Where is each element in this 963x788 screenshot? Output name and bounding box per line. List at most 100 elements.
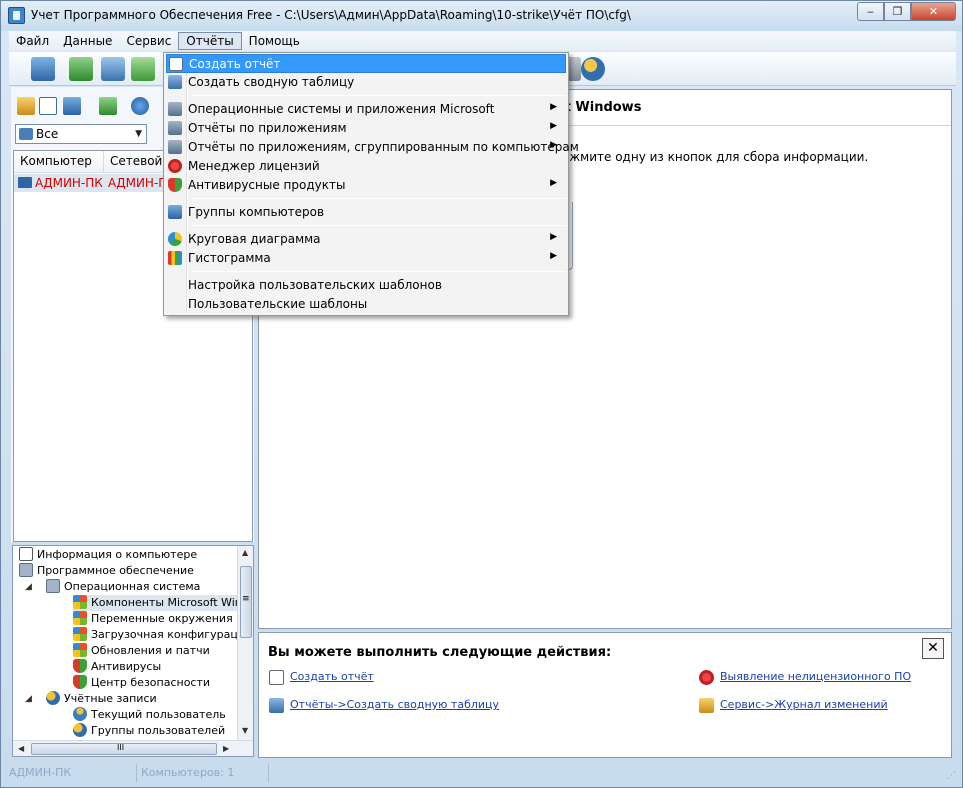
submenu-arrow-icon: ▶ [550, 121, 557, 131]
create-summary-table-link[interactable]: Отчёты->Создать сводную таблицу [290, 698, 499, 711]
menu-item-microsoft[interactable]: Операционные системы и приложения Micros… [166, 100, 566, 119]
list-view-icon[interactable] [39, 97, 57, 115]
menu-item-computer-groups[interactable]: Группы компьютеров [166, 203, 566, 222]
help-icon[interactable] [131, 97, 149, 115]
journal-icon [699, 698, 714, 713]
row-computer-cell: АДМИН-ПК [14, 174, 104, 192]
computer-add-icon[interactable] [31, 57, 55, 81]
tree-item-label: Программное обеспечение [37, 564, 194, 577]
submenu-arrow-icon: ▶ [550, 140, 557, 150]
actions-title: Вы можете выполнить следующие действия: [268, 645, 612, 660]
windows-apps-icon [168, 102, 182, 116]
scroll-thumb[interactable]: III [31, 743, 217, 755]
menu-item-summary-table[interactable]: Создать сводную таблицу [166, 73, 566, 92]
report-icon [169, 57, 183, 71]
expand-icon[interactable]: ◢ [25, 582, 32, 592]
menu-item-label: Менеджер лицензий [188, 159, 320, 173]
scroll-up-icon[interactable]: ▲ [242, 548, 248, 557]
actions-close-button[interactable]: ✕ [922, 638, 944, 659]
tree-item[interactable]: Переменные окружения [73, 611, 233, 627]
tree-item[interactable]: Учётные записи [46, 691, 157, 707]
submenu-arrow-icon: ▶ [550, 232, 557, 242]
row-computer-name: АДМИН-ПК [35, 176, 103, 190]
menu-item-histogram[interactable]: Гистограмма ▶ [166, 249, 566, 268]
create-report-link[interactable]: Создать отчёт [290, 670, 374, 683]
tree-item-label: Загрузочная конфигурация [91, 628, 252, 641]
info-tree[interactable]: Информация о компьютере Программное обес… [12, 545, 254, 757]
tree-item[interactable]: Центр безопасности [73, 675, 210, 691]
user-group-icon[interactable] [581, 57, 605, 81]
users-icon [73, 723, 87, 737]
unlicensed-software-link[interactable]: Выявление нелицензионного ПО [720, 670, 911, 683]
tree-item[interactable]: Текущий пользователь [73, 707, 226, 723]
scroll-right-icon[interactable]: ▶ [223, 744, 229, 753]
menu-item-create-report[interactable]: Создать отчёт [166, 54, 566, 73]
reports-menu: Создать отчёт Создать сводную таблицу Оп… [163, 52, 579, 316]
menu-help[interactable]: Помощь [242, 32, 307, 50]
menu-item-label: Создать сводную таблицу [188, 75, 355, 89]
export-icon[interactable] [99, 97, 117, 115]
computer-view-icon[interactable] [63, 97, 81, 115]
menu-item-label: Группы компьютеров [188, 205, 325, 219]
tree-item-label: Текущий пользователь [91, 708, 226, 721]
chevron-down-icon: ▼ [135, 129, 142, 139]
close-button[interactable]: ✕ [911, 2, 956, 21]
expand-icon[interactable]: ◢ [25, 694, 32, 704]
menu-data[interactable]: Данные [56, 32, 119, 50]
menu-item-pie-chart[interactable]: Круговая диаграмма ▶ [166, 230, 566, 249]
menu-service[interactable]: Сервис [119, 32, 178, 50]
menu-item-label: Антивирусные продукты [188, 178, 346, 192]
license-icon [699, 670, 714, 685]
change-journal-link[interactable]: Сервис->Журнал изменений [720, 698, 888, 711]
title-bar[interactable]: Учет Программного Обеспечения Free - C:\… [1, 1, 962, 31]
tree-item[interactable]: Обновления и патчи [73, 643, 210, 659]
tree-item[interactable]: Программное обеспечение [19, 563, 194, 579]
menu-reports[interactable]: Отчёты [178, 32, 242, 50]
tree-item[interactable]: Группы пользователей [73, 723, 225, 739]
apps-icon [168, 121, 182, 135]
menu-item-label: Операционные системы и приложения Micros… [188, 102, 495, 116]
maximize-button[interactable]: ❐ [884, 2, 911, 21]
menu-file[interactable]: Файл [9, 32, 56, 50]
menu-item-license-manager[interactable]: Менеджер лицензий [166, 157, 566, 176]
scroll-thumb[interactable]: ≡ [240, 566, 252, 638]
tree-horizontal-scrollbar[interactable]: ◀ III ▶ [13, 740, 253, 756]
menu-separator [192, 271, 566, 272]
tree-item-label: Компоненты Microsoft Windo [91, 596, 254, 609]
menu-item-app-reports-grouped[interactable]: Отчёты по приложениям, сгруппированным п… [166, 138, 579, 157]
apps-grouped-icon [168, 140, 182, 154]
menu-item-template-settings[interactable]: Настройка пользовательских шаблонов [166, 276, 566, 295]
filter-combobox[interactable]: Все ▼ [15, 124, 147, 144]
scroll-left-icon[interactable]: ◀ [18, 744, 24, 753]
tree-item-label: Информация о компьютере [37, 548, 198, 561]
scroll-down-icon[interactable]: ▼ [242, 726, 248, 735]
computers-icon [19, 128, 33, 140]
windows-icon [73, 627, 87, 641]
ip-scan-icon[interactable] [101, 57, 125, 81]
table-icon [269, 698, 284, 713]
menu-item-user-templates[interactable]: Пользовательские шаблоны [166, 295, 566, 314]
resize-grip-icon[interactable]: ⋰ [947, 771, 956, 781]
submenu-arrow-icon: ▶ [550, 178, 557, 188]
tree-item[interactable]: Антивирусы [73, 659, 161, 675]
tree-item[interactable]: Информация о компьютере [19, 547, 197, 563]
computer-plus-icon[interactable] [131, 57, 155, 81]
menu-item-label: Отчёты по приложениям, сгруппированным п… [188, 140, 579, 154]
tree-item[interactable]: Компоненты Microsoft Windo [73, 595, 254, 611]
document-icon [19, 547, 33, 561]
table-icon [168, 75, 182, 89]
menu-item-app-reports[interactable]: Отчёты по приложениям ▶ [166, 119, 566, 138]
folder-tree-icon[interactable] [17, 97, 35, 115]
info-panel-title: ft Windows [559, 100, 642, 115]
network-scan-icon[interactable] [69, 57, 93, 81]
computer-icon [18, 177, 32, 188]
tree-vertical-scrollbar[interactable]: ▲ ≡ ▼ [237, 546, 253, 740]
actions-panel: Вы можете выполнить следующие действия: … [258, 632, 952, 758]
shield-icon [73, 675, 87, 689]
minimize-button[interactable]: ‒ [857, 2, 884, 21]
tree-item[interactable]: Загрузочная конфигурация [73, 627, 252, 643]
column-computer[interactable]: Компьютер [14, 151, 104, 172]
menu-item-antivirus[interactable]: Антивирусные продукты ▶ [166, 176, 566, 195]
tree-item[interactable]: Операционная система [46, 579, 200, 595]
report-icon [269, 670, 284, 685]
